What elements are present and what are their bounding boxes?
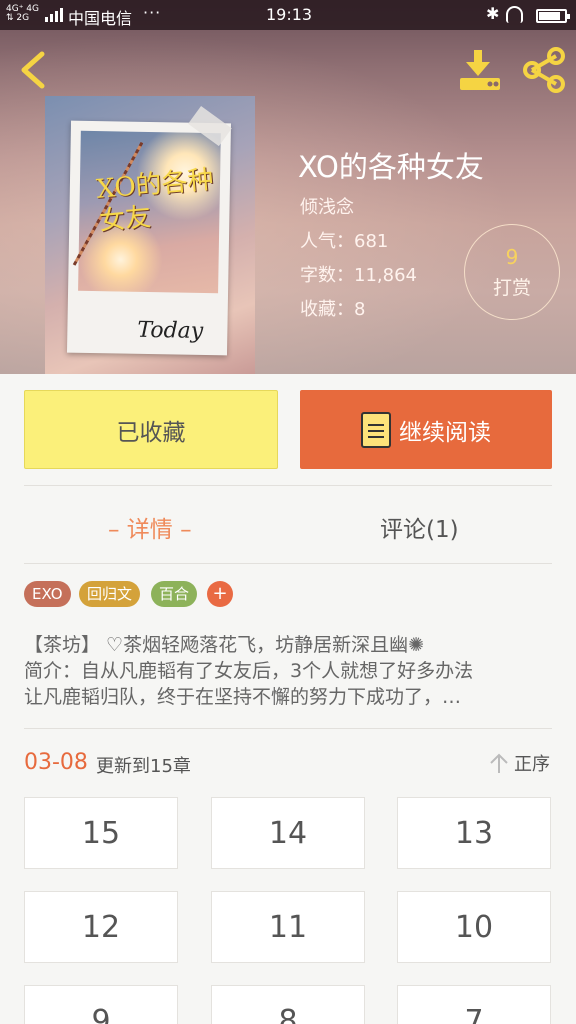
book-popularity: 人气：681 [300, 231, 389, 252]
cover-title: XO的各种女友 [95, 164, 215, 237]
signal-bars-icon [45, 8, 63, 22]
intro-line: 让凡鹿韬归队，终于在坚持不懈的努力下成功了，… [24, 686, 462, 708]
book-word-count: 字数：11,864 [300, 265, 417, 286]
status-bar: 4G⁺ 4G ⇅ 2G 中国电信 ··· 19:13 ✱ [0, 0, 576, 30]
book-author[interactable]: 倾浅念 [300, 193, 354, 219]
cover-caption: Today [137, 317, 204, 344]
collected-label: 已收藏 [116, 419, 186, 446]
update-text: 更新到15章 [96, 756, 191, 777]
book-icon [361, 411, 391, 448]
cover-polaroid: XO的各种女友 Today [66, 105, 232, 356]
cover-photo: XO的各种女友 [72, 130, 221, 294]
intro-line: 【茶坊】 ♡茶烟轻飏落花飞，坊静居新深且幽✺ [24, 634, 424, 656]
network-indicator: 4G⁺ 4G ⇅ 2G [6, 5, 39, 23]
share-button[interactable] [520, 46, 568, 94]
update-date: 03-08 [24, 750, 88, 775]
divider [24, 485, 552, 486]
carrier-name: 中国电信 [68, 9, 133, 28]
headphones-icon [506, 6, 523, 23]
book-title: XO的各种女友 [298, 150, 484, 184]
share-icon [523, 47, 565, 93]
continue-reading-button[interactable]: 继续阅读 [300, 390, 552, 469]
intro-line: 简介：自从凡鹿韬有了女友后，3个人就想了好多办法 [24, 660, 474, 682]
tag-yuri[interactable]: 百合 [151, 581, 198, 607]
tag-exo[interactable]: EXO [24, 581, 71, 607]
download-icon [460, 50, 500, 90]
divider [24, 563, 552, 564]
reward-label: 打赏 [492, 276, 531, 299]
clock: 19:13 [266, 5, 313, 24]
network-type-bottom: ⇅ 2G [6, 13, 30, 23]
chapter-button[interactable]: 15 [24, 797, 178, 869]
add-tag-button[interactable]: + [207, 581, 233, 607]
reward-button[interactable]: 9 打赏 [464, 224, 560, 320]
collected-button[interactable]: 已收藏 [24, 390, 278, 469]
arrow-up-icon [490, 753, 508, 773]
tag-return[interactable]: 回归文 [79, 581, 141, 607]
chevron-left-icon [21, 51, 45, 89]
book-favorites: 收藏：8 [300, 299, 366, 320]
chapter-button[interactable]: 8 [211, 985, 365, 1024]
battery-icon [536, 9, 570, 23]
chapter-button[interactable]: 10 [397, 891, 551, 963]
reward-count: 9 [505, 244, 519, 269]
chapter-button[interactable]: 12 [24, 891, 178, 963]
book-intro[interactable]: 【茶坊】 ♡茶烟轻飏落花飞，坊静居新深且幽✺ 简介：自从凡鹿韬有了女友后，3个人… [24, 632, 556, 710]
chapter-button[interactable]: 7 [397, 985, 551, 1024]
chapter-button[interactable]: 14 [211, 797, 365, 869]
book-cover[interactable]: XO的各种女友 Today [45, 96, 255, 374]
bluetooth-icon: ✱ [486, 4, 500, 23]
back-button[interactable] [12, 48, 56, 92]
divider [24, 728, 552, 729]
chapter-button[interactable]: 13 [397, 797, 551, 869]
download-button[interactable] [456, 48, 504, 92]
sort-order-label: 正序 [514, 754, 550, 775]
tab-comments[interactable]: 评论(1) [380, 510, 459, 544]
tab-detail[interactable]: – 详情 – [108, 510, 192, 544]
chapter-button[interactable]: 11 [211, 891, 365, 963]
continue-reading-label: 继续阅读 [399, 419, 491, 446]
chapter-button[interactable]: 9 [24, 985, 178, 1024]
battery-level-fill [539, 12, 560, 20]
sort-order-button[interactable]: 正序 [488, 750, 550, 776]
more-dots: ··· [143, 3, 162, 22]
